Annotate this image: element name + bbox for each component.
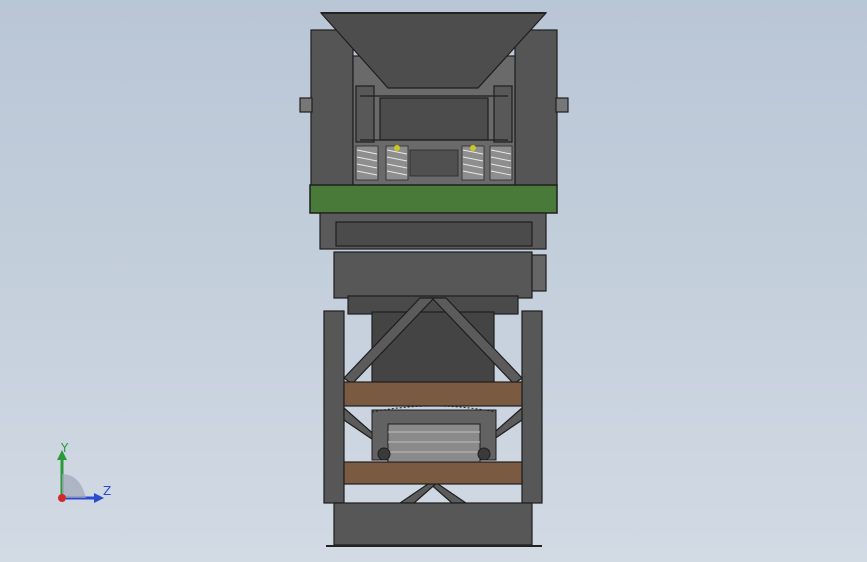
graphics-viewport[interactable]: Y Z	[0, 0, 867, 562]
roller-assembly	[371, 405, 497, 463]
y-axis-label: Y	[61, 441, 69, 455]
feeder-assembly-model[interactable]	[0, 0, 867, 562]
triad-axes	[57, 450, 104, 503]
base-plate	[326, 502, 542, 547]
orientation-triad: Y Z	[40, 440, 130, 510]
green-base-band	[309, 184, 558, 214]
z-axis-label: Z	[103, 484, 112, 498]
